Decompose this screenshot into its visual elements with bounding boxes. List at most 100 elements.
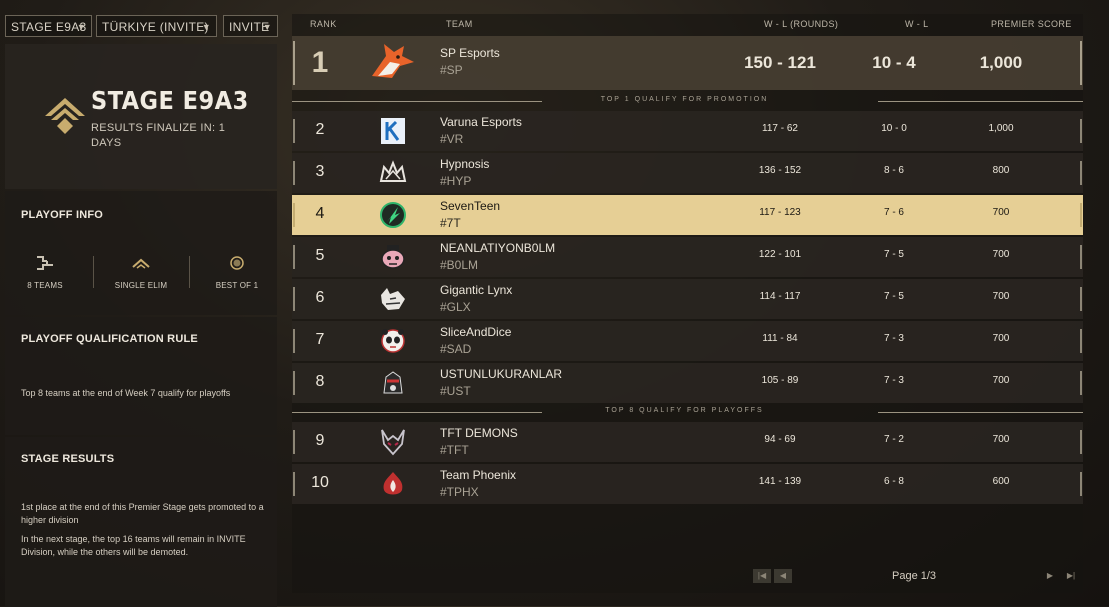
pagination: |◀ ◀ Page 1/3 ▶ ▶|: [292, 569, 1083, 585]
row-wl-rounds: 141 - 139: [758, 476, 802, 487]
team-tag: #GLX: [440, 300, 471, 314]
row-rank: 5: [315, 247, 325, 264]
stage-results-promotion-text: 1st place at the end of this Premier Sta…: [21, 502, 264, 525]
team-name[interactable]: SevenTeen: [440, 199, 500, 213]
panda-logo-icon: [381, 329, 405, 353]
crown-logo-icon: [379, 160, 407, 182]
results-finalize-text: RESULTS FINALIZE IN: 1 DAYS: [91, 122, 226, 149]
k-letter-logo-icon: [381, 118, 405, 144]
row-premier-score: 700: [992, 333, 1010, 344]
bracket-icon: [5, 255, 85, 271]
masked-logo-icon: [383, 371, 403, 394]
team-tag: #SP: [440, 63, 463, 77]
stat-format: SINGLE ELIM: [101, 255, 181, 290]
divider: [93, 256, 94, 288]
row-wl-rounds: 94 - 69: [764, 434, 796, 445]
team-name[interactable]: NEANLATIYONB0LM: [440, 241, 555, 255]
table-row-own-team[interactable]: 4 SevenTeen #7T 117 - 123 7 - 6 700: [292, 195, 1083, 235]
row-wl: 7 - 2: [883, 434, 904, 445]
table-row[interactable]: 7 SliceAndDice #SAD 111 - 84 7 - 3 700: [292, 321, 1083, 361]
row-premier-score: 700: [992, 291, 1010, 302]
playoff-label: TOP 8 QUALIFY FOR PLAYOFFS: [605, 407, 764, 414]
standings-table: RANK TEAM W - L (ROUNDS) W - L PREMIER S…: [292, 14, 1083, 593]
table-row[interactable]: 10 Team Phoenix #TPHX 141 - 139 6 - 8 60…: [292, 464, 1083, 504]
page-indicator: Page 1/3: [892, 570, 937, 582]
stage-title: STAGE E9A3: [91, 86, 249, 115]
first-page-button[interactable]: |◀: [753, 569, 771, 583]
header-wl-rounds: W - L (ROUNDS): [764, 19, 839, 29]
stat-best-of-label: BEST OF 1: [215, 281, 259, 290]
team-name[interactable]: USTUNLUKURANLAR: [440, 367, 562, 381]
stat-best-of: BEST OF 1: [197, 255, 277, 290]
demon-logo-icon: [381, 429, 405, 456]
row-wl-rounds: 136 - 152: [758, 165, 802, 176]
row-wl-rounds: 150 - 121: [744, 53, 816, 72]
table-row[interactable]: 5 NEANLATIYONB0LM #B0LM 122 - 101 7 - 5 …: [292, 237, 1083, 277]
playoff-info-title: PLAYOFF INFO: [21, 209, 104, 221]
team-name[interactable]: Team Phoenix: [440, 468, 516, 482]
header-rank: RANK: [310, 19, 337, 29]
chevron-down-icon: ▼: [201, 22, 211, 32]
row-wl: 7 - 5: [883, 249, 904, 260]
row-rank: 7: [315, 331, 325, 348]
stage-results-section: STAGE RESULTS 1st place at the end of th…: [5, 437, 277, 607]
stage-card: STAGE E9A3 RESULTS FINALIZE IN: 1 DAYS: [5, 44, 277, 189]
table-row[interactable]: 1 SP Esports #SP 150 - 121 10 - 4 1,000: [292, 36, 1083, 90]
row-rank: 2: [315, 121, 325, 138]
row-wl: 10 - 4: [872, 53, 916, 72]
row-premier-score: 700: [992, 249, 1010, 260]
row-premier-score: 600: [992, 476, 1010, 487]
row-wl-rounds: 105 - 89: [761, 375, 799, 386]
region-select[interactable]: TÜRKIYE (INVITE) ▼: [96, 15, 217, 37]
team-name[interactable]: Varuna Esports: [440, 115, 522, 129]
playoff-divider: TOP 8 QUALIFY FOR PLAYOFFS: [292, 406, 1083, 418]
prev-page-button[interactable]: ◀: [774, 569, 792, 583]
row-wl: 7 - 6: [883, 207, 904, 218]
team-name[interactable]: SP Esports: [440, 46, 500, 60]
stage-results-next-stage-text: In the next stage, the top 16 teams will…: [21, 534, 246, 557]
team-name[interactable]: Gigantic Lynx: [440, 283, 512, 297]
qualification-rule-title: PLAYOFF QUALIFICATION RULE: [21, 333, 198, 345]
table-row[interactable]: 3 Hypnosis #HYP 136 - 152 8 - 6 800: [292, 153, 1083, 193]
row-wl: 6 - 8: [883, 476, 904, 487]
fox-logo-icon: [372, 44, 414, 78]
division-select[interactable]: INVITE ▼: [223, 15, 278, 37]
last-page-button[interactable]: ▶|: [1062, 569, 1080, 583]
team-tag: #UST: [440, 384, 471, 398]
stat-teams-label: 8 TEAMS: [27, 281, 63, 290]
table-row[interactable]: 9 TFT DEMONS #TFT 94 - 69 7 - 2 700: [292, 422, 1083, 462]
promotion-divider: TOP 1 QUALIFY FOR PROMOTION: [292, 95, 1083, 107]
header-team: TEAM: [446, 19, 473, 29]
lynx-logo-icon: [381, 288, 405, 310]
table-row[interactable]: 6 Gigantic Lynx #GLX 114 - 117 7 - 5 700: [292, 279, 1083, 319]
row-premier-score: 1,000: [988, 123, 1014, 134]
phoenix-logo-icon: [383, 472, 403, 495]
row-premier-score: 700: [992, 434, 1010, 445]
table-row[interactable]: 8 USTUNLUKURANLAR #UST 105 - 89 7 - 3 70…: [292, 363, 1083, 403]
divider: [189, 256, 190, 288]
stage-select-value: STAGE E9A3: [11, 20, 87, 34]
next-page-button[interactable]: ▶: [1041, 569, 1059, 583]
chevron-down-icon: ▼: [76, 22, 86, 32]
stage-emblem-icon: [45, 98, 85, 134]
row-rank: 8: [315, 373, 325, 390]
team-tag: #VR: [440, 132, 464, 146]
green-circle-logo-icon: [380, 202, 406, 228]
playoff-info-section: PLAYOFF INFO: [5, 191, 277, 315]
row-wl: 8 - 6: [883, 165, 904, 176]
team-tag: #TPHX: [440, 485, 479, 499]
team-name[interactable]: SliceAndDice: [440, 325, 511, 339]
row-rank: 9: [315, 432, 325, 449]
team-name[interactable]: TFT DEMONS: [440, 426, 518, 440]
row-wl-rounds: 111 - 84: [762, 333, 798, 344]
stage-select[interactable]: STAGE E9A3 ▼: [5, 15, 92, 37]
team-tag: #TFT: [440, 443, 469, 457]
chevron-up-icon: [101, 255, 181, 271]
team-name[interactable]: Hypnosis: [440, 157, 489, 171]
row-rank: 4: [315, 205, 325, 222]
header-wl: W - L: [905, 19, 929, 29]
row-wl: 7 - 3: [883, 375, 904, 386]
row-rank: 3: [315, 163, 325, 180]
header-premier-score: PREMIER SCORE: [991, 19, 1072, 29]
table-row[interactable]: 2 Varuna Esports #VR 117 - 62 10 - 0 1,0…: [292, 111, 1083, 151]
